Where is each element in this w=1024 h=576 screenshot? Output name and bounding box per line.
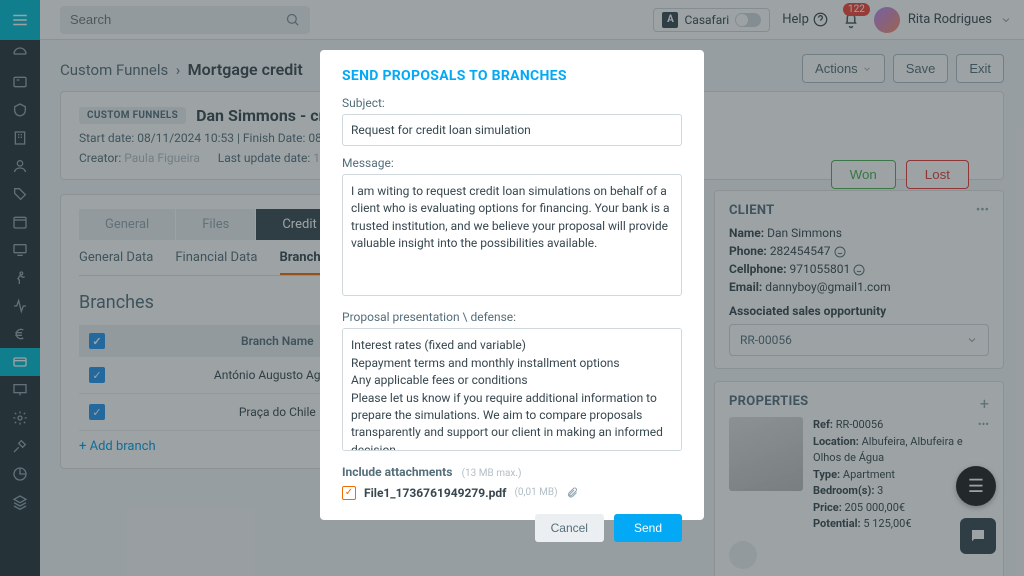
message-textarea[interactable] [342,174,682,296]
defense-label: Proposal presentation \ defense: [342,310,682,324]
paperclip-icon[interactable] [566,487,578,499]
modal-title: SEND PROPOSALS TO BRANCHES [342,68,682,84]
message-label: Message: [342,156,682,170]
defense-textarea[interactable] [342,328,682,450]
attachments-label: Include attachments [342,465,452,479]
send-proposals-modal: SEND PROPOSALS TO BRANCHES Subject: Mess… [320,50,704,520]
subject-label: Subject: [342,96,682,110]
attachment-size: (0,01 MB) [514,487,557,498]
send-button[interactable]: Send [614,514,682,542]
modal-overlay[interactable]: SEND PROPOSALS TO BRANCHES Subject: Mess… [0,0,1024,576]
attachment-checkbox[interactable]: ✓ [342,486,356,500]
attachments-hint: (13 MB max.) [462,468,522,479]
attachment-filename: File1_1736761949279.pdf [364,486,506,500]
cancel-button[interactable]: Cancel [535,514,604,542]
subject-input[interactable] [342,114,682,146]
